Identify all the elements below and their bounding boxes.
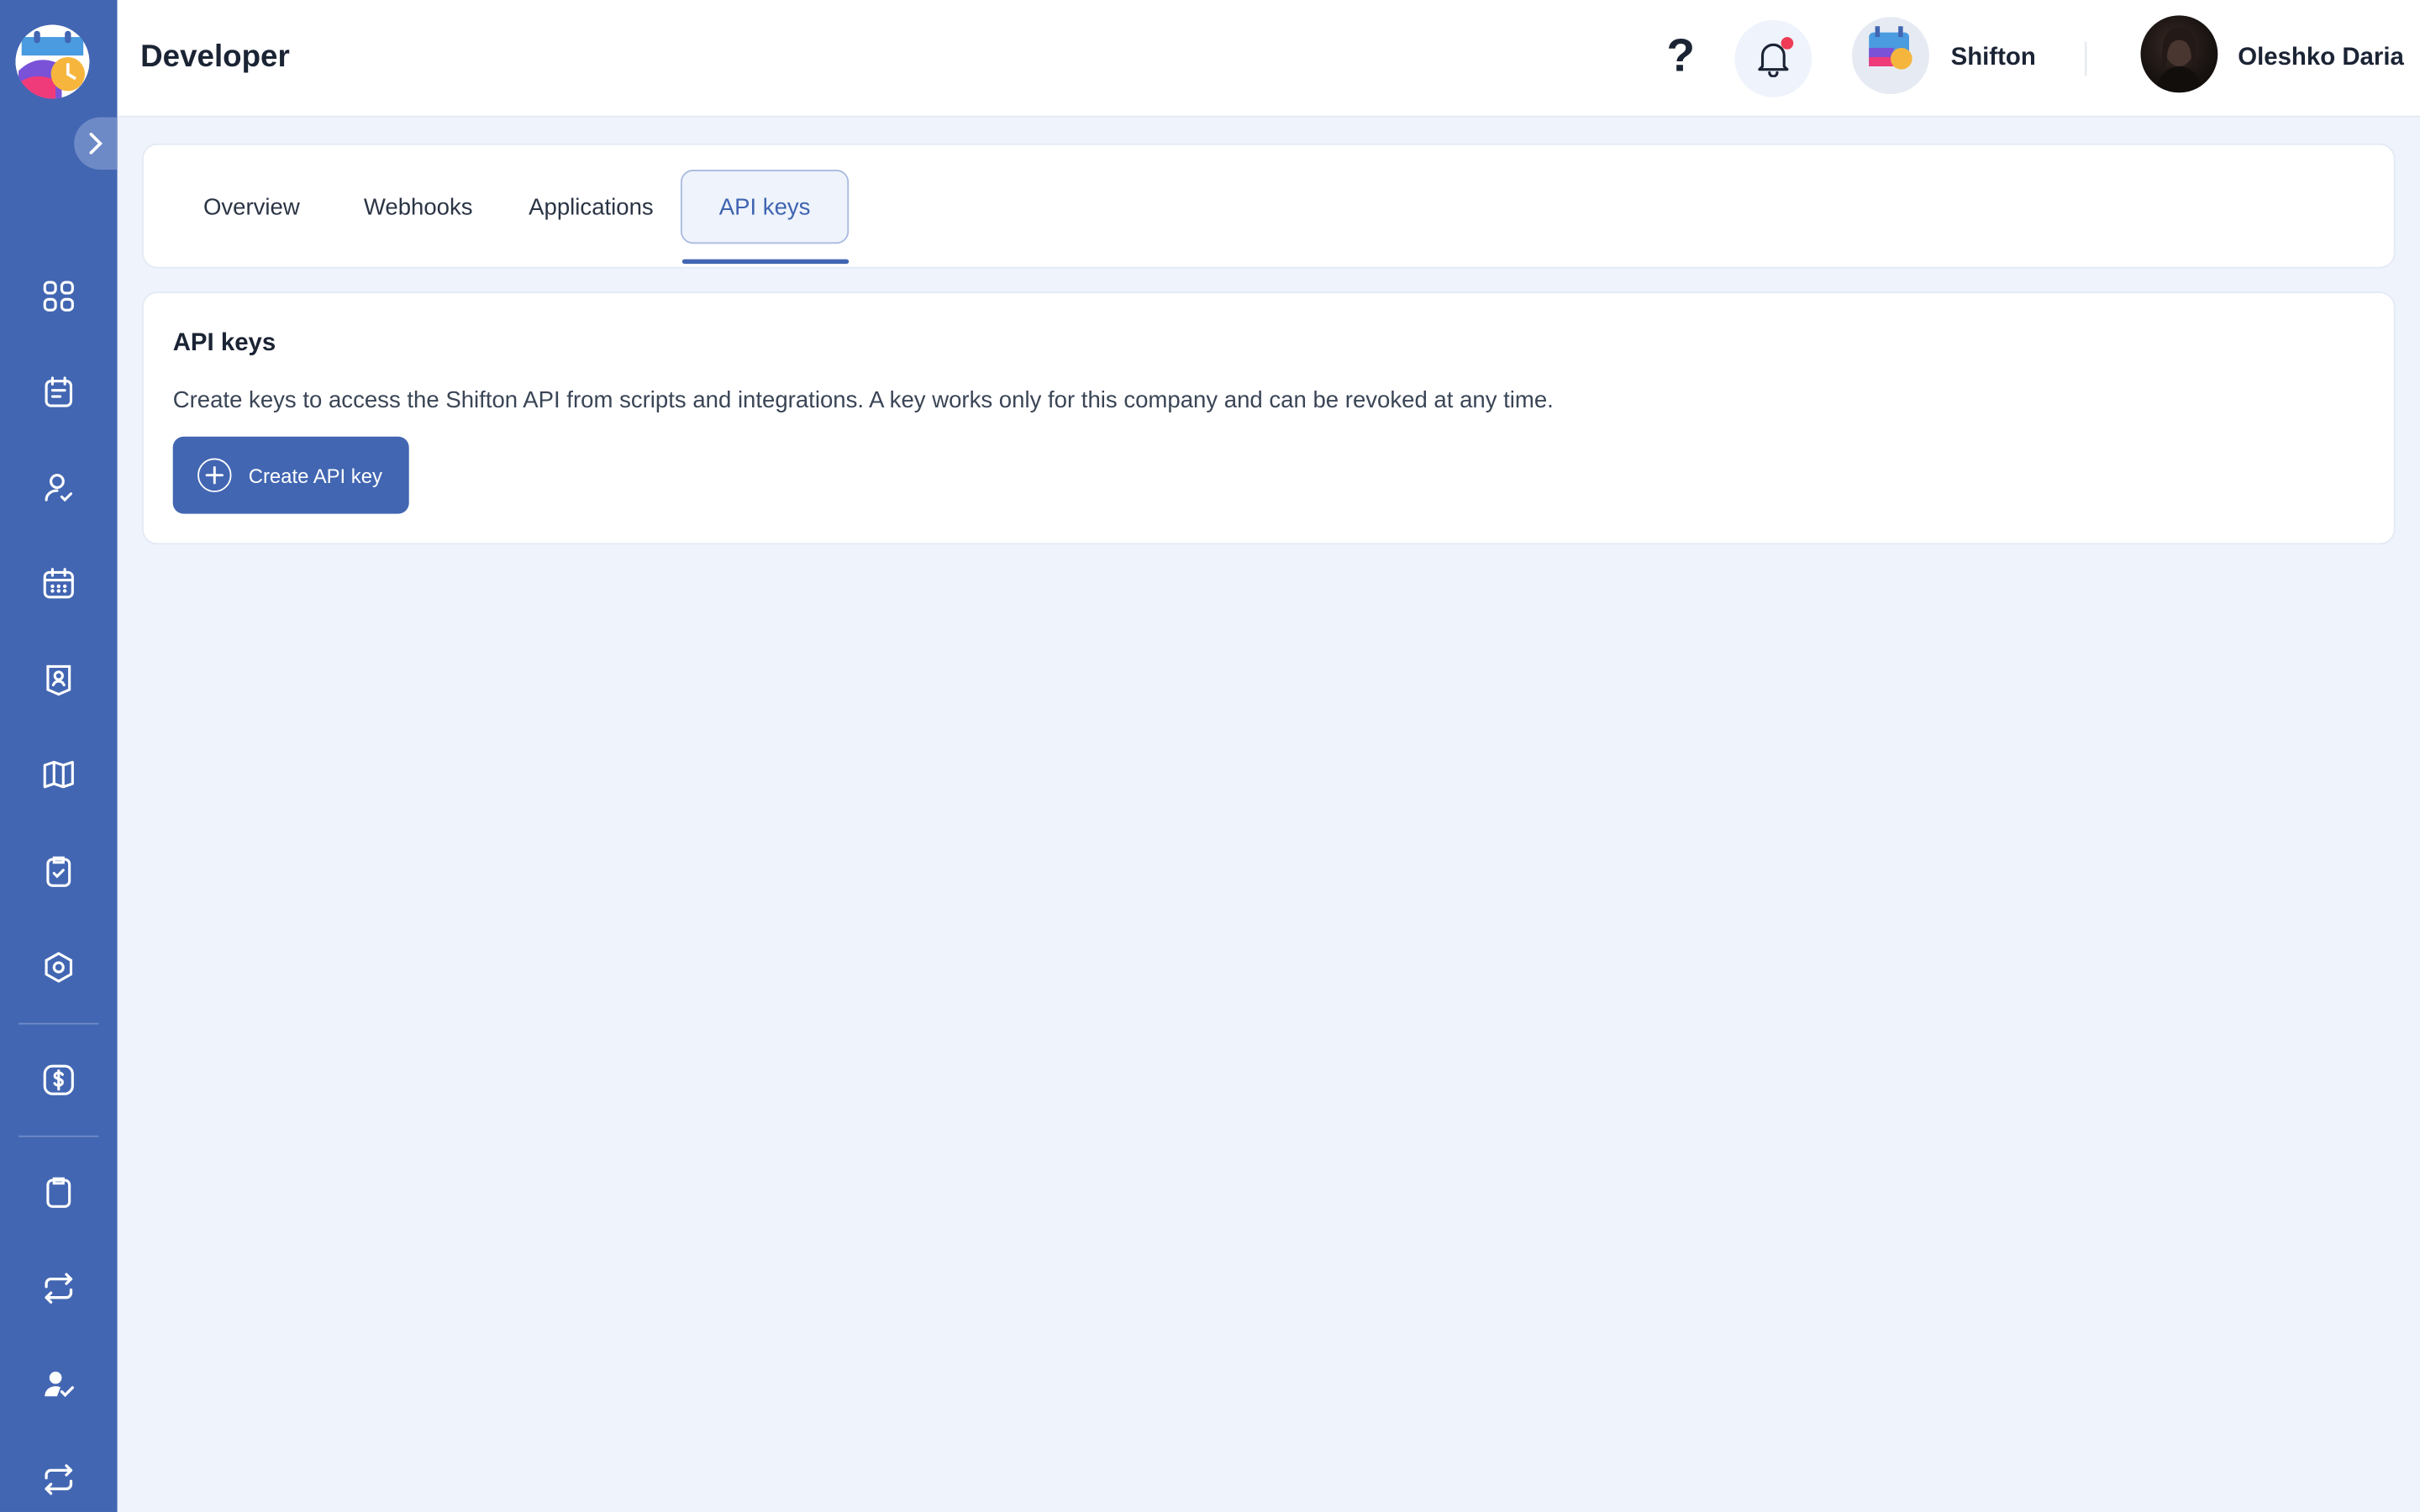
company-name[interactable]: Shifton [1951, 45, 2036, 72]
sidebar [0, 0, 118, 1512]
settings-hexagon-icon [45, 952, 73, 983]
page-title: Developer [140, 39, 290, 75]
badge-icon [46, 664, 71, 696]
repeat-icon [45, 1273, 73, 1304]
tab-overview[interactable]: Overview [177, 170, 325, 244]
sidebar-item-dashboard[interactable] [34, 271, 83, 321]
sidebar-item-profile[interactable] [34, 654, 83, 704]
dashboard-grid-icon [43, 281, 74, 312]
sidebar-item-calendar[interactable] [34, 559, 83, 608]
user-avatar[interactable] [2140, 15, 2218, 93]
user-name[interactable]: Oleshko Daria [2238, 45, 2404, 72]
tab-applications[interactable]: Applications [511, 170, 671, 244]
sidebar-item-employees[interactable] [34, 463, 83, 512]
sidebar-item-shift-exchange[interactable] [34, 1263, 83, 1313]
notification-dot [1781, 37, 1794, 50]
sidebar-item-approvals[interactable] [34, 1359, 83, 1409]
active-tab-indicator [681, 259, 850, 265]
sidebar-item-replacements[interactable] [34, 1455, 83, 1504]
user-photo-icon [2155, 28, 2202, 93]
tab-webhooks[interactable]: Webhooks [347, 170, 489, 244]
dollar-icon [43, 1064, 74, 1095]
sidebar-expand-button[interactable] [74, 117, 118, 171]
clipboard-check-icon [46, 856, 71, 887]
sidebar-divider [18, 1135, 99, 1137]
tab-api-keys[interactable]: API keys [680, 170, 850, 244]
user-check-icon [45, 474, 73, 502]
shifton-company-logo-icon [1852, 17, 1929, 95]
api-keys-panel: API keys Create keys to access the Shift… [141, 291, 2396, 545]
header-divider [2085, 41, 2087, 76]
clipboard-icon [46, 1177, 71, 1208]
chevron-right-icon [89, 132, 103, 155]
sidebar-item-map[interactable] [34, 750, 83, 800]
map-icon [43, 760, 74, 789]
help-button[interactable]: ? [1660, 33, 1701, 86]
shifton-logo[interactable] [15, 24, 90, 99]
company-avatar[interactable] [1852, 17, 1929, 95]
section-title: API keys [172, 330, 276, 357]
create-api-key-button[interactable]: Create API key [172, 436, 409, 514]
sidebar-item-tasks[interactable] [34, 847, 83, 896]
plus-circle-icon [197, 458, 232, 492]
sidebar-item-settings[interactable] [34, 942, 83, 992]
top-header: Developer ? Shifton Oleshko Daria [117, 0, 2420, 118]
sidebar-item-payroll[interactable] [34, 1055, 83, 1105]
sidebar-divider [18, 1022, 99, 1025]
notifications-button[interactable] [1734, 19, 1812, 97]
create-api-key-label: Create API key [248, 463, 382, 487]
sidebar-item-reports[interactable] [34, 1168, 83, 1217]
user-verified-icon [45, 1371, 74, 1398]
section-description: Create keys to access the Shifton API fr… [172, 387, 1554, 414]
sidebar-item-schedule[interactable] [34, 367, 83, 417]
repeat-icon [45, 1464, 73, 1495]
developer-tabs: Overview Webhooks Applications API keys [141, 143, 2396, 269]
calendar-icon [43, 568, 74, 599]
schedule-list-icon [45, 376, 73, 407]
